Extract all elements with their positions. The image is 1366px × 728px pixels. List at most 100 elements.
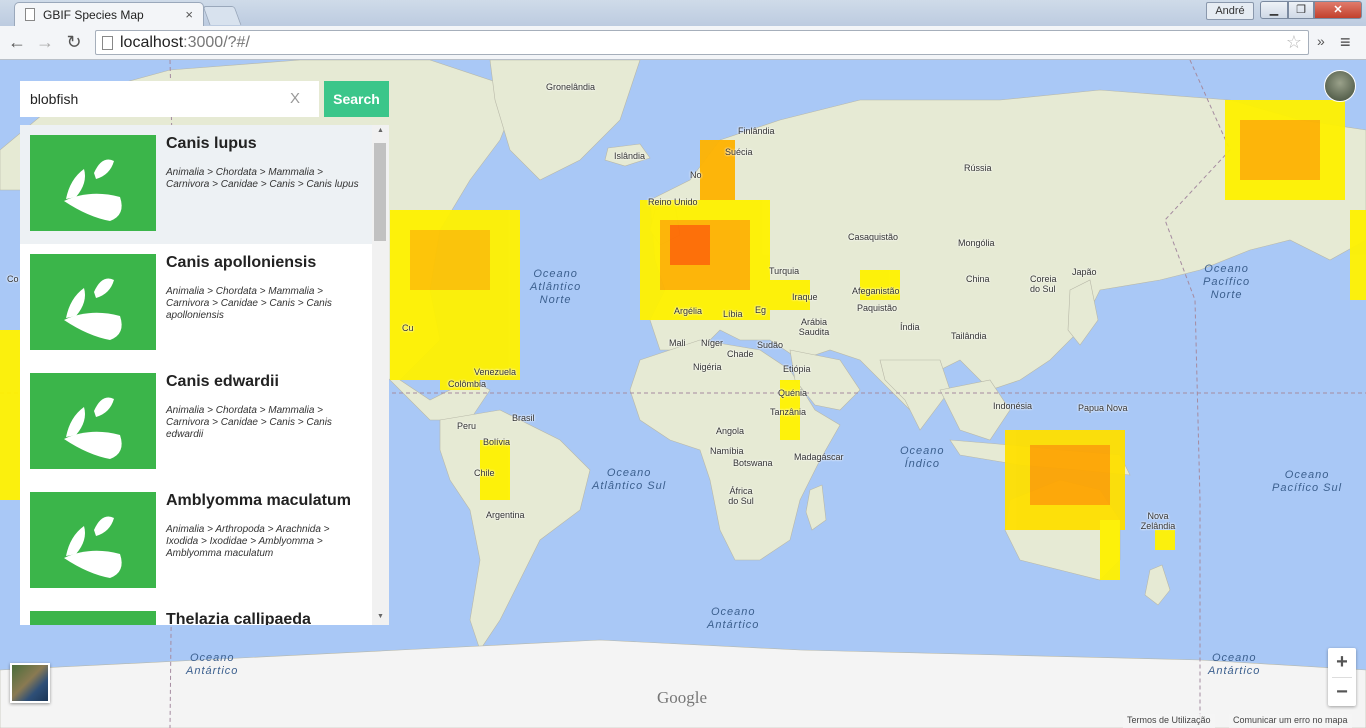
ocean-label: Oceano Atlântico Sul (592, 467, 667, 492)
place-label: Nigéria (693, 362, 722, 372)
place-label: Colômbia (448, 379, 487, 389)
clear-search-icon[interactable]: X (290, 90, 300, 107)
place-label: Madagáscar (794, 452, 844, 462)
place-label: Chade (727, 349, 754, 359)
place-label: Afeganistão (852, 286, 900, 296)
address-bar[interactable]: localhost:3000/?#/ ☆ (95, 30, 1309, 55)
search-field-container (20, 81, 319, 117)
zoom-control: + − (1328, 648, 1356, 706)
place-label: Bolívia (483, 437, 511, 447)
madagascar-landmass (805, 484, 827, 531)
place-label: Papua Nova (1078, 403, 1128, 413)
place-label: Líbia (723, 309, 743, 319)
place-label: Chile (474, 468, 495, 478)
result-taxonomy: Animalia > Arthropoda > Arachnida > Ixod… (166, 524, 330, 559)
back-icon[interactable]: ← (6, 32, 28, 53)
forward-icon[interactable]: → (34, 32, 56, 53)
result-taxonomy: Animalia > Chordata > Mammalia > Carnivo… (166, 405, 332, 440)
scroll-down-icon[interactable]: ▼ (377, 613, 384, 620)
place-label: Gronelândia (546, 82, 596, 92)
avatar[interactable] (1324, 70, 1356, 102)
tab-title: GBIF Species Map (43, 8, 144, 22)
place-label: Mongólia (958, 238, 995, 248)
result-taxonomy: Animalia > Chordata > Mammalia > Carnivo… (166, 286, 332, 321)
result-name: Amblyomma maculatum (166, 492, 351, 509)
place-label: Co (7, 274, 19, 284)
place-label: Tanzânia (770, 407, 807, 417)
place-label: China (966, 274, 990, 284)
zoom-out-button[interactable]: − (1328, 678, 1356, 707)
url-host: localhost (120, 34, 184, 51)
place-label: Namíbia (710, 446, 744, 456)
search-button[interactable]: Search (324, 81, 389, 117)
list-item[interactable]: Canis apolloniensis Animalia > Chordata … (20, 244, 372, 363)
result-name: Thelazia callipaeda (166, 611, 311, 625)
result-name: Canis lupus (166, 135, 257, 152)
tab-close-icon[interactable]: × (185, 7, 193, 22)
place-label: Venezuela (474, 367, 517, 377)
url-path: :3000/?#/ (183, 34, 250, 51)
place-label: Cu (402, 323, 414, 333)
india-landmass (879, 359, 951, 431)
bookmark-star-icon[interactable]: ☆ (1286, 32, 1302, 53)
google-logo: Google (657, 688, 708, 707)
leaf-icon (30, 254, 156, 350)
ocean-label: Oceano Atlântico Norte (530, 268, 582, 306)
list-item[interactable]: Canis lupus Animalia > Chordata > Mammal… (20, 125, 372, 244)
place-label: Botswana (733, 458, 773, 468)
close-window-button[interactable]: ✕ (1314, 1, 1362, 19)
place-label: Japão (1072, 267, 1097, 277)
heat-cell (670, 225, 710, 265)
ocean-label: Oceano Índico (900, 445, 945, 470)
zoom-in-button[interactable]: + (1328, 648, 1356, 677)
ocean-label: Oceano Pacífico Norte (1203, 263, 1251, 301)
place-label: Rússia (964, 163, 992, 173)
terms-link[interactable]: Termos de Utilização (1123, 714, 1215, 728)
place-label: Turquia (769, 266, 800, 276)
place-label: Etiópia (783, 364, 811, 374)
south-america-landmass (439, 409, 591, 651)
browser-toolbar: ← → ↻ localhost:3000/?#/ ☆ » ≡ (0, 26, 1366, 60)
extensions-overflow-icon[interactable]: » (1317, 33, 1325, 49)
place-label: Islândia (614, 151, 646, 161)
scrollbar-thumb[interactable] (374, 143, 386, 241)
ocean-label: Oceano Pacífico Sul (1272, 469, 1343, 494)
place-label: Arábia Saudita (798, 317, 830, 337)
list-item[interactable]: Thelazia callipaeda (20, 601, 372, 625)
result-name: Canis edwardii (166, 373, 279, 390)
place-label: Índia (900, 322, 920, 332)
browser-menu-icon[interactable]: ≡ (1340, 32, 1351, 53)
list-item[interactable]: Canis edwardii Animalia > Chordata > Mam… (20, 363, 372, 482)
leaf-icon (30, 373, 156, 469)
result-name: Canis apolloniensis (166, 254, 317, 271)
place-label: Finlândia (738, 126, 775, 136)
place-label: Quénia (778, 388, 808, 398)
place-label: Tailândia (951, 331, 987, 341)
place-label: Suécia (725, 147, 753, 157)
scroll-up-icon[interactable]: ▲ (377, 127, 384, 134)
search-input[interactable] (20, 81, 319, 117)
minimize-button[interactable]: ▁ (1260, 1, 1288, 19)
satellite-toggle-button[interactable] (10, 663, 50, 703)
result-taxonomy: Animalia > Chordata > Mammalia > Carnivo… (166, 167, 359, 190)
ocean-label: Oceano Antártico (186, 652, 239, 677)
heat-cell (1030, 445, 1110, 505)
reload-icon[interactable]: ↻ (63, 32, 85, 53)
ocean-label: Oceano Antártico (707, 606, 760, 631)
leaf-icon (30, 492, 156, 588)
leaf-icon (30, 611, 156, 625)
place-label: Mali (669, 338, 686, 348)
list-item[interactable]: Amblyomma maculatum Animalia > Arthropod… (20, 482, 372, 601)
browser-tab[interactable]: GBIF Species Map × (14, 2, 204, 26)
url-text: localhost:3000/?#/ (120, 34, 250, 52)
leaf-icon (30, 135, 156, 231)
maximize-button[interactable]: ❐ (1288, 1, 1314, 19)
report-error-link[interactable]: Comunicar um erro no mapa (1229, 714, 1352, 728)
ocean-label: Oceano Antártico (1208, 652, 1261, 677)
place-label: Paquistão (857, 303, 898, 313)
place-label: África do Sul (728, 486, 754, 506)
place-label: Eg (755, 305, 767, 315)
place-label: Casaquistão (848, 232, 899, 242)
profile-badge[interactable]: André (1206, 2, 1254, 20)
new-tab-button[interactable] (202, 6, 242, 25)
